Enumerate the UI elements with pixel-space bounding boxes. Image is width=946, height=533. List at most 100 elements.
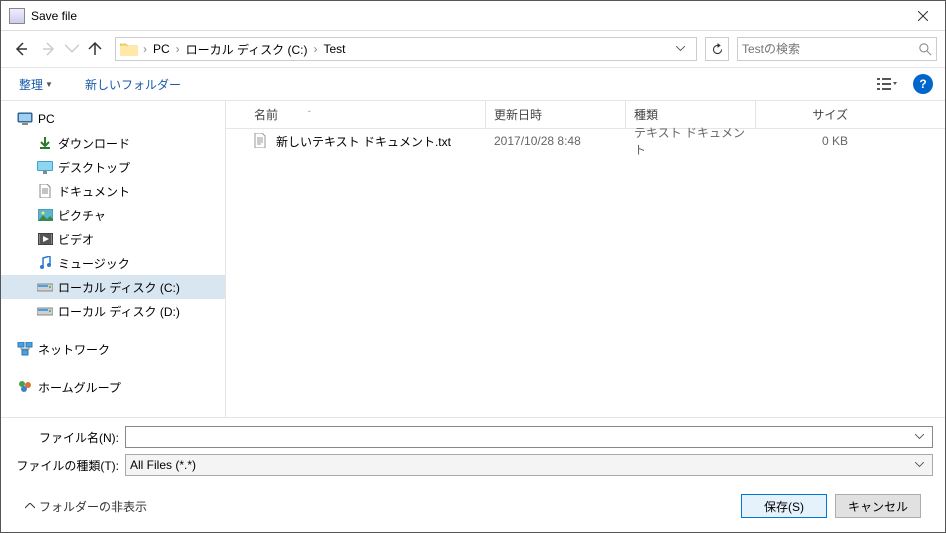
filename-dropdown[interactable] [911, 434, 928, 439]
chevron-down-icon [65, 41, 79, 57]
new-folder-label: 新しいフォルダー [85, 76, 181, 93]
music-icon [37, 255, 53, 271]
sidebar-item-videos[interactable]: ビデオ [1, 227, 225, 251]
up-button[interactable] [83, 37, 107, 61]
drive-icon [37, 303, 53, 319]
window-title: Save file [31, 9, 900, 23]
pc-icon [17, 111, 33, 127]
file-row[interactable]: 新しいテキスト ドキュメント.txt 2017/10/28 8:48 テキスト … [246, 129, 945, 153]
sidebar-spacer [1, 323, 225, 337]
download-icon [37, 135, 53, 151]
address-bar[interactable]: › PC › ローカル ディスク (C:) › Test [115, 37, 697, 61]
hide-folders-button[interactable]: フォルダーの非表示 [25, 498, 147, 515]
chevron-down-icon [676, 46, 685, 51]
file-pane: 名前 ˆ 更新日時 種類 サイズ 新しいテキスト ドキュメント.txt 2017… [226, 101, 945, 417]
sidebar-item-documents[interactable]: ドキュメント [1, 179, 225, 203]
filetype-value: All Files (*.*) [130, 458, 196, 472]
sidebar-label: ミュージック [58, 255, 130, 272]
sidebar-item-desktop[interactable]: デスクトップ [1, 155, 225, 179]
view-icon [877, 77, 897, 91]
sidebar[interactable]: PC ダウンロード デスクトップ ドキュメント ピクチャ ビデオ ミュージック [1, 101, 226, 417]
sort-ascending-icon: ˆ [308, 110, 311, 119]
cancel-button[interactable]: キャンセル [835, 494, 921, 518]
sidebar-label: ネットワーク [38, 341, 110, 358]
address-dropdown[interactable] [676, 46, 694, 51]
sidebar-label: ローカル ディスク (C:) [58, 279, 180, 296]
filename-input[interactable] [130, 430, 911, 444]
organize-label: 整理 [19, 76, 43, 93]
new-folder-button[interactable]: 新しいフォルダー [79, 72, 187, 97]
sidebar-item-downloads[interactable]: ダウンロード [1, 131, 225, 155]
breadcrumb-sep: › [173, 42, 183, 56]
sidebar-item-homegroup[interactable]: ホームグループ [1, 375, 225, 399]
arrow-right-icon [41, 41, 57, 57]
sidebar-item-network[interactable]: ネットワーク [1, 337, 225, 361]
breadcrumb-pc[interactable]: PC [150, 42, 173, 56]
column-headers: 名前 ˆ 更新日時 種類 サイズ [226, 101, 945, 129]
sidebar-item-pictures[interactable]: ピクチャ [1, 203, 225, 227]
column-date[interactable]: 更新日時 [486, 101, 626, 128]
app-icon [9, 8, 25, 24]
desktop-icon [37, 159, 53, 175]
chevron-down-icon [915, 462, 924, 467]
recent-dropdown[interactable] [65, 37, 79, 61]
breadcrumb-folder[interactable]: Test [321, 42, 349, 56]
titlebar: Save file [1, 1, 945, 31]
main-pane: PC ダウンロード デスクトップ ドキュメント ピクチャ ビデオ ミュージック [1, 101, 945, 417]
file-date: 2017/10/28 8:48 [494, 134, 581, 148]
file-type: テキスト ドキュメント [634, 124, 748, 158]
drive-icon [37, 279, 53, 295]
column-label: サイズ [812, 106, 848, 123]
column-size[interactable]: サイズ [756, 101, 856, 128]
help-icon: ? [919, 77, 926, 91]
sidebar-label: ビデオ [58, 231, 94, 248]
hide-folders-label: フォルダーの非表示 [39, 498, 147, 515]
back-button[interactable] [9, 37, 33, 61]
help-button[interactable]: ? [913, 74, 933, 94]
chevron-down-icon [915, 434, 924, 439]
toolbar: 整理 ▼ 新しいフォルダー ? [1, 67, 945, 101]
save-button[interactable]: 保存(S) [741, 494, 827, 518]
sidebar-item-pc[interactable]: PC [1, 107, 225, 131]
column-label: 更新日時 [494, 106, 542, 123]
refresh-icon [711, 43, 724, 56]
sidebar-item-drive-d[interactable]: ローカル ディスク (D:) [1, 299, 225, 323]
refresh-button[interactable] [705, 37, 729, 61]
search-input[interactable] [742, 42, 919, 56]
column-name[interactable]: 名前 ˆ [246, 101, 486, 128]
pictures-icon [37, 207, 53, 223]
close-button[interactable] [900, 1, 945, 30]
forward-button[interactable] [37, 37, 61, 61]
homegroup-icon [17, 379, 33, 395]
chevron-down-icon: ▼ [45, 80, 53, 89]
column-label: 名前 [254, 106, 278, 123]
sidebar-label: ピクチャ [58, 207, 106, 224]
file-list[interactable]: 新しいテキスト ドキュメント.txt 2017/10/28 8:48 テキスト … [226, 129, 945, 417]
filetype-select[interactable]: All Files (*.*) [125, 454, 933, 476]
close-icon [918, 11, 928, 21]
text-file-icon [254, 133, 270, 149]
arrow-up-icon [87, 41, 103, 57]
filetype-dropdown[interactable] [911, 462, 928, 467]
view-options-button[interactable] [869, 73, 905, 95]
network-icon [17, 341, 33, 357]
video-icon [37, 231, 53, 247]
arrow-left-icon [13, 41, 29, 57]
search-box[interactable] [737, 37, 937, 61]
folder-icon [118, 40, 140, 58]
sidebar-item-drive-c[interactable]: ローカル ディスク (C:) [1, 275, 225, 299]
breadcrumb-drive[interactable]: ローカル ディスク (C:) [183, 41, 311, 58]
sidebar-label: PC [38, 112, 55, 126]
column-label: 種類 [634, 106, 658, 123]
breadcrumb-sep: › [311, 42, 321, 56]
document-icon [37, 183, 53, 199]
chevron-up-icon [25, 503, 35, 509]
sidebar-item-music[interactable]: ミュージック [1, 251, 225, 275]
bottom-panel: ファイル名(N): ファイルの種類(T): All Files (*.*) フォ… [1, 417, 945, 532]
sidebar-label: ホームグループ [38, 379, 121, 396]
filename-field[interactable] [125, 426, 933, 448]
sidebar-spacer [1, 361, 225, 375]
sidebar-label: ダウンロード [58, 135, 130, 152]
file-name: 新しいテキスト ドキュメント.txt [276, 133, 451, 150]
organize-button[interactable]: 整理 ▼ [13, 72, 59, 97]
